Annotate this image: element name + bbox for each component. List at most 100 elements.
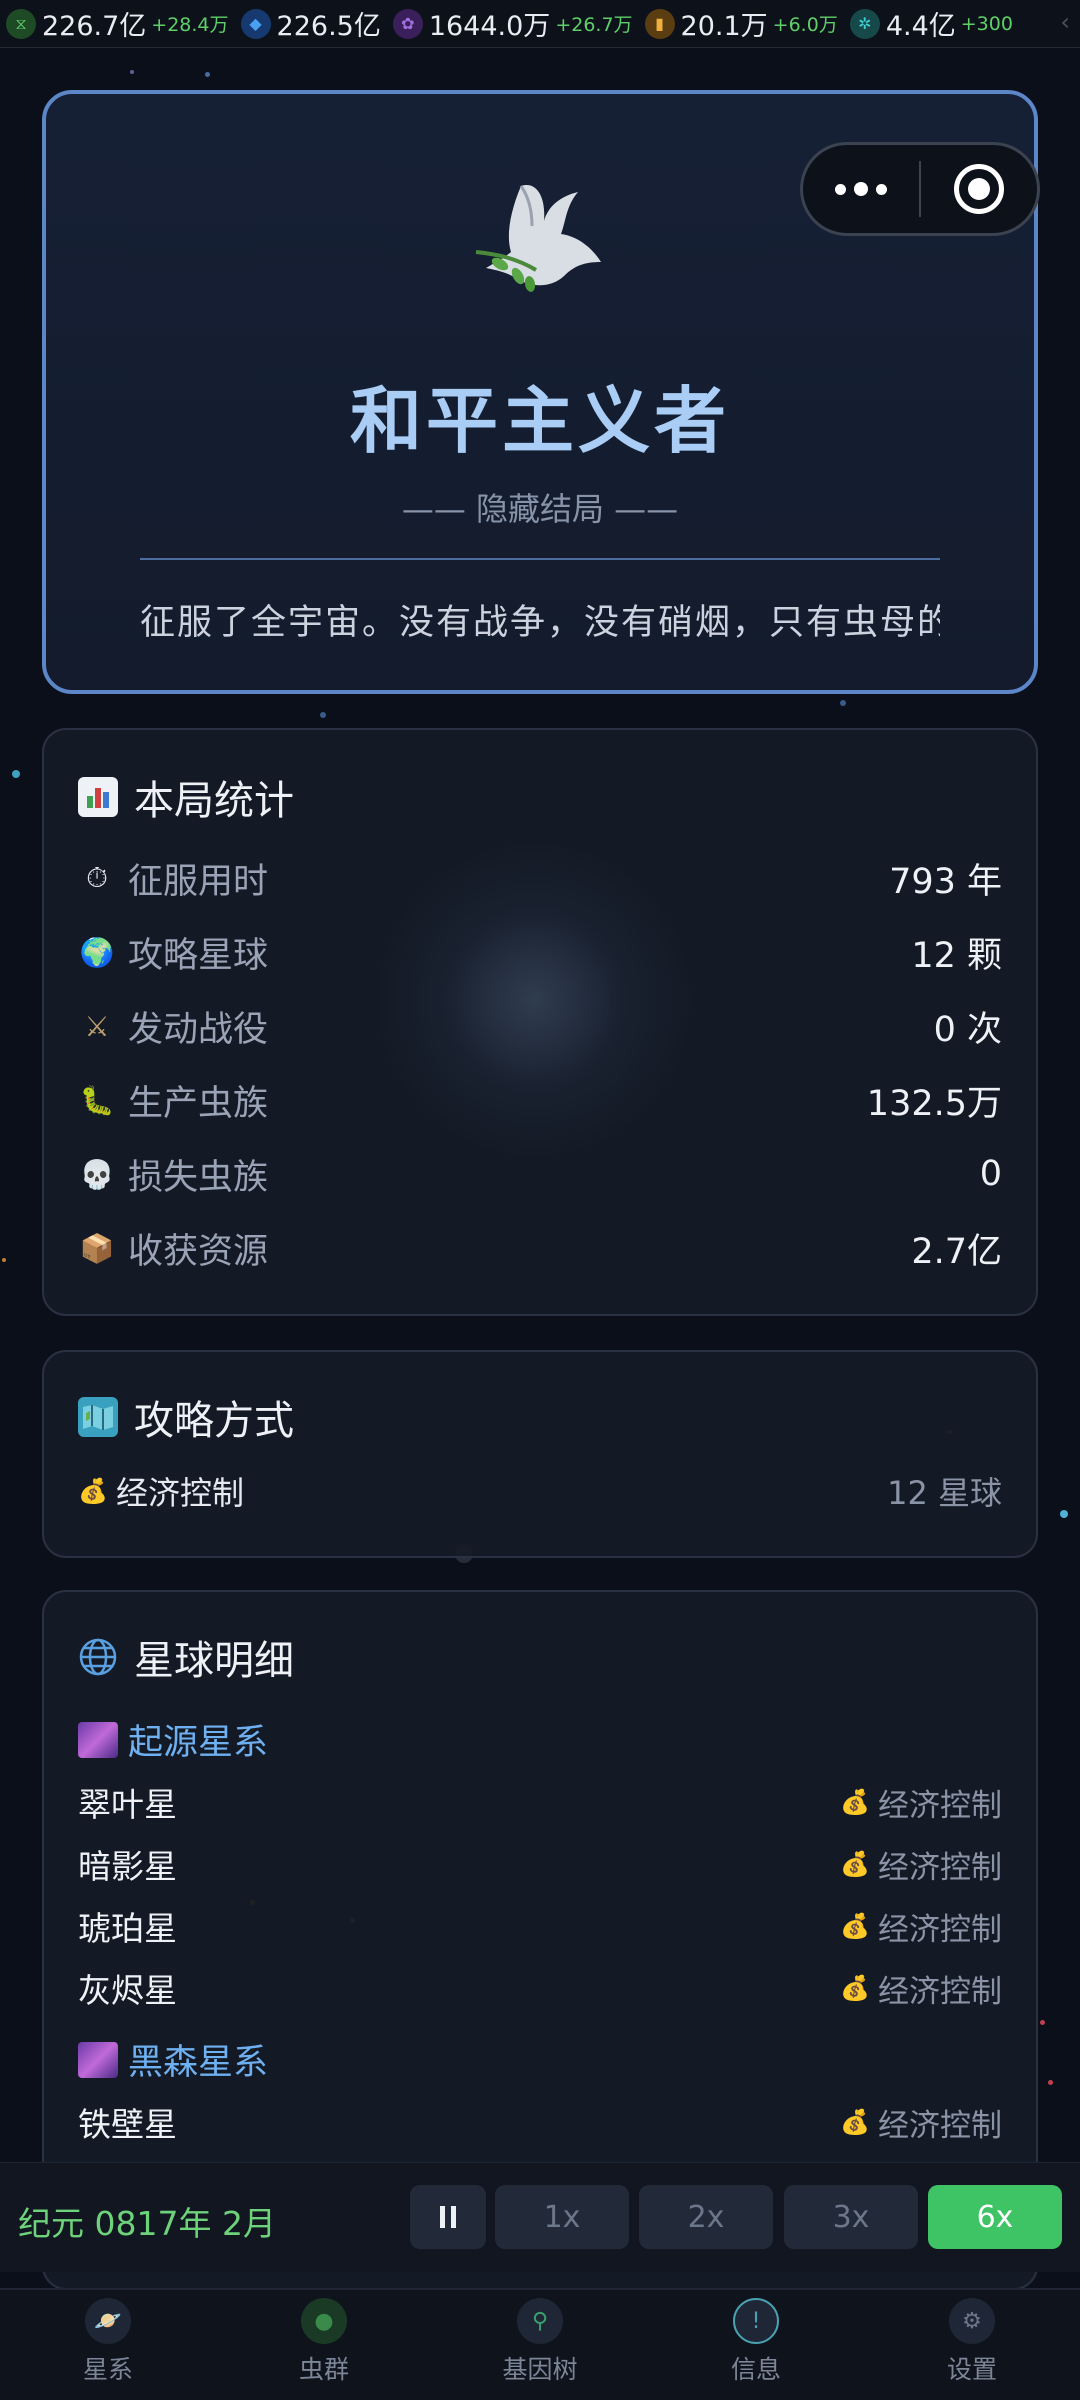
resource-value: 226.7亿 xyxy=(42,11,147,42)
planet-method: 经济控制 xyxy=(878,1849,1002,1886)
resource-gear[interactable]: ✲ 4.4亿 +300 xyxy=(849,4,1013,43)
era-date: 纪元 0817年 2月 xyxy=(18,2204,276,2243)
planet-name: 铁壁星 xyxy=(78,2105,177,2144)
info-icon: ! xyxy=(733,2298,779,2344)
crystal-icon: ◆ xyxy=(240,8,271,39)
money-bag-icon: 💰 xyxy=(840,1788,870,1816)
resource-value: 20.1万 xyxy=(680,11,768,42)
stat-row: 🐛 生产虫族 132.5万 xyxy=(78,1070,1002,1130)
target-icon xyxy=(953,164,1004,214)
galaxy-icon xyxy=(78,1721,118,1758)
chevron-left-icon[interactable]: ‹ xyxy=(1060,8,1070,36)
money-bag-icon: 💰 xyxy=(840,1974,870,2002)
ending-description: 征服了全宇宙。没有战争，没有硝烟，只有虫母的 xyxy=(140,603,940,643)
planet-name: 琥珀星 xyxy=(78,1909,177,1948)
planet-method: 经济控制 xyxy=(878,1973,1002,2010)
crossed-swords-icon: ⚔ xyxy=(84,1009,110,1043)
nav-swarm[interactable]: ● 虫群 xyxy=(216,2290,432,2400)
stat-row: 💀 损失虫族 0 xyxy=(78,1144,1002,1204)
planet-row: 琥珀星 💰 经济控制 xyxy=(78,1902,1002,1950)
dna-icon: ⧖ xyxy=(6,8,36,39)
method-title-row: 攻略方式 xyxy=(78,1388,294,1446)
nav-galaxy[interactable]: 🪐 星系 xyxy=(0,2290,216,2400)
stat-value: 0 xyxy=(979,1154,1002,1194)
pause-button[interactable] xyxy=(410,2185,486,2249)
more-button[interactable] xyxy=(803,182,919,196)
speed-6x-button[interactable]: 6x xyxy=(928,2185,1062,2249)
ending-title: 和平主义者 xyxy=(349,379,730,463)
resource-delta: +300 xyxy=(960,12,1013,35)
time-control-bar: 纪元 0817年 2月 1x 2x 3x 6x xyxy=(0,2162,1080,2272)
resource-value: 4.4亿 xyxy=(885,11,956,42)
stat-value: 132.5万 xyxy=(866,1083,1002,1124)
worm-icon: 🐛 xyxy=(79,1083,115,1117)
nav-label: 虫群 xyxy=(298,2355,349,2384)
bar-chart-icon xyxy=(78,777,118,817)
resource-dna[interactable]: ⧖ 226.7亿 +28.4万 xyxy=(6,4,229,43)
stat-label: 损失虫族 xyxy=(128,1157,269,1198)
nav-label: 星系 xyxy=(82,2355,133,2384)
resource-energy[interactable]: ▮ 20.1万 +6.0万 xyxy=(644,4,838,43)
energy-icon: ▮ xyxy=(644,8,675,39)
stat-label: 攻略星球 xyxy=(128,935,269,976)
method-label: 经济控制 xyxy=(116,1474,245,1512)
planet-row: 灰烬星 💰 经济控制 xyxy=(78,1964,1002,2012)
close-button[interactable] xyxy=(921,164,1037,214)
pause-icon xyxy=(440,2206,456,2228)
bottom-nav: 🪐 星系 ● 虫群 ⚲ 基因树 ! 信息 ⚙ 设置 xyxy=(0,2288,1080,2400)
swarm-icon: ● xyxy=(301,2298,347,2344)
conquest-method-card: 攻略方式 💰 经济控制 12 星球 xyxy=(42,1350,1038,1558)
nav-label: 信息 xyxy=(730,2355,781,2384)
stat-value: 0 次 xyxy=(933,1009,1002,1050)
galaxy-name: 黑森星系 xyxy=(128,2043,269,2083)
ending-card: 和平主义者 —— 隐藏结局 —— 征服了全宇宙。没有战争，没有硝烟，只有虫母的 xyxy=(42,90,1040,694)
planet-name: 翠叶星 xyxy=(78,1785,177,1824)
galaxy-header: 黑森星系 xyxy=(78,2034,268,2085)
speed-3x-button[interactable]: 3x xyxy=(784,2185,918,2249)
resource-delta: +26.7万 xyxy=(555,14,633,36)
nav-gene-tree[interactable]: ⚲ 基因树 xyxy=(432,2290,648,2400)
money-bag-icon: 💰 xyxy=(840,2108,870,2136)
stat-row: 📦 收获资源 2.7亿 xyxy=(78,1218,1002,1278)
stat-value: 2.7亿 xyxy=(911,1231,1002,1272)
money-bag-icon: 💰 xyxy=(78,1477,108,1505)
speed-1x-button[interactable]: 1x xyxy=(495,2185,629,2249)
stat-label: 生产虫族 xyxy=(128,1083,269,1124)
globe-icon: 🌍 xyxy=(79,935,115,969)
money-bag-icon: 💰 xyxy=(840,1912,870,1940)
resource-value: 1644.0万 xyxy=(428,11,551,42)
skull-icon: 💀 xyxy=(79,1157,115,1191)
stat-value: 793 年 xyxy=(889,861,1002,902)
globe-grid-icon xyxy=(78,1637,118,1677)
speed-2x-button[interactable]: 2x xyxy=(639,2185,773,2249)
resource-spore[interactable]: ✿ 1644.0万 +26.7万 xyxy=(392,4,633,43)
planets-title-row: 星球明细 xyxy=(78,1628,294,1686)
divider xyxy=(140,558,940,560)
dove-icon xyxy=(475,185,601,292)
nav-info[interactable]: ! 信息 xyxy=(648,2290,864,2400)
stats-title: 本局统计 xyxy=(134,778,294,824)
stats-title-row: 本局统计 xyxy=(78,768,294,826)
money-bag-icon: 💰 xyxy=(840,1850,870,1878)
map-icon xyxy=(78,1397,118,1437)
package-icon: 📦 xyxy=(79,1231,115,1265)
stat-label: 征服用时 xyxy=(128,861,269,902)
gear-icon: ✲ xyxy=(849,8,880,39)
planet-name: 灰烬星 xyxy=(78,1971,177,2010)
planet-row: 翠叶星 💰 经济控制 xyxy=(78,1778,1002,1826)
planet-name: 暗影星 xyxy=(78,1847,177,1886)
nav-label: 设置 xyxy=(946,2355,997,2384)
resource-crystal[interactable]: ◆ 226.5亿 xyxy=(240,4,381,43)
nav-settings[interactable]: ⚙ 设置 xyxy=(864,2290,1080,2400)
stat-label: 收获资源 xyxy=(128,1231,269,1272)
spore-icon: ✿ xyxy=(392,8,423,39)
method-count: 12 星球 xyxy=(887,1474,1002,1512)
gear-icon: ⚙ xyxy=(949,2298,995,2344)
galaxy-name: 起源星系 xyxy=(128,1723,269,1763)
stat-label: 发动战役 xyxy=(128,1009,269,1050)
stat-row: 🌍 攻略星球 12 颗 xyxy=(78,922,1002,982)
gene-tree-icon: ⚲ xyxy=(517,2298,563,2344)
mini-program-capsule xyxy=(800,142,1040,236)
resource-delta: +6.0万 xyxy=(772,14,838,36)
planet-row: 铁壁星 💰 经济控制 xyxy=(78,2098,1002,2146)
